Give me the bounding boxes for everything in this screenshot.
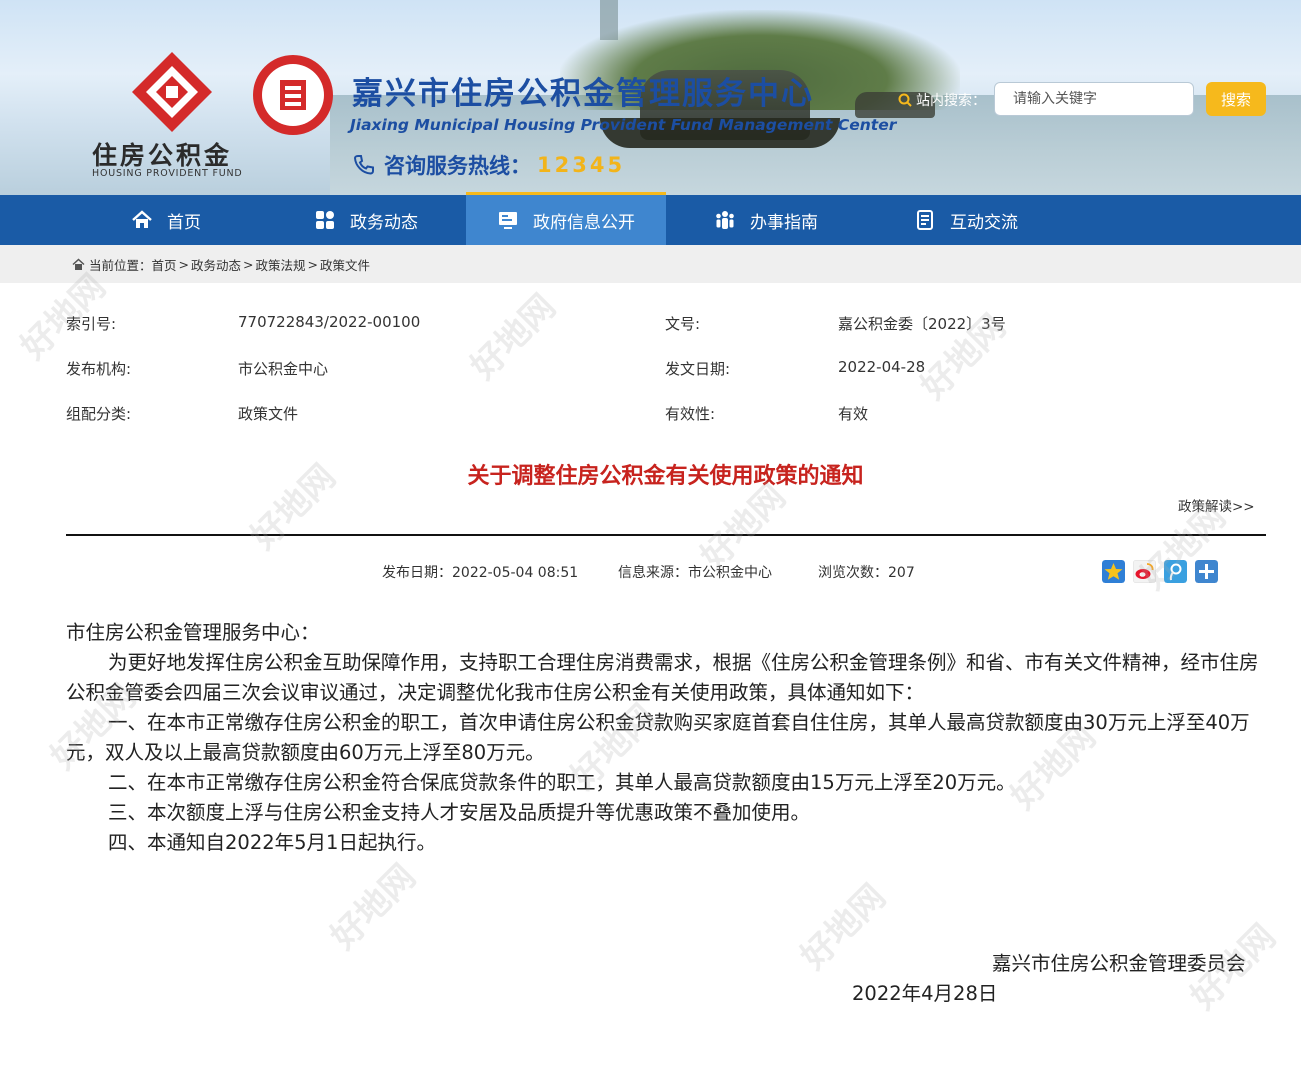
nav-item-news[interactable]: 政务动态 — [266, 195, 466, 245]
article-body: 市住房公积金管理服务中心： 为更好地发挥住房公积金互助保障作用，支持职工合理住房… — [66, 618, 1270, 858]
meta-validity-label: 有效性: — [665, 403, 715, 424]
logo-name-cn: 住房公积金 — [92, 136, 232, 172]
view-count: 浏览次数：207 — [818, 562, 915, 582]
publish-date: 发布日期：2022-05-04 08:51 — [382, 562, 578, 582]
views-label: 浏览次数： — [818, 565, 888, 581]
banner-pagoda — [600, 0, 618, 40]
breadcrumb-separator: > — [308, 257, 318, 272]
policy-interpretation-link[interactable]: 政策解读>> — [1178, 495, 1255, 515]
center-seal-icon — [252, 54, 334, 136]
publish-date-value: 2022-05-04 08:51 — [452, 565, 578, 581]
weibo-icon[interactable] — [1133, 560, 1156, 583]
home-icon — [131, 209, 153, 231]
source-value: 市公积金中心 — [688, 565, 772, 581]
watermark: 好地网 — [318, 851, 425, 958]
breadcrumb-home-icon — [72, 258, 85, 271]
signature-organization: 嘉兴市住房公积金管理委员会 — [992, 947, 1246, 976]
more-share-icon[interactable] — [1195, 560, 1218, 583]
meta-publisher-label: 发布机构: — [66, 358, 131, 379]
nav-item-info-disclosure[interactable]: 政府信息公开 — [466, 195, 666, 245]
nav-item-label: 办事指南 — [750, 208, 818, 233]
grid-icon — [314, 209, 336, 231]
article-paragraph: 三、本次额度上浮与住房公积金支持人才安居及品质提升等优惠政策不叠加使用。 — [66, 798, 1270, 828]
title-divider — [66, 534, 1266, 536]
document-icon — [914, 209, 936, 231]
site-title-en: Jiaxing Municipal Housing Provident Fund… — [350, 116, 896, 134]
breadcrumb-separator: > — [179, 257, 189, 272]
article-paragraph: 四、本通知自2022年5月1日起执行。 — [66, 828, 1270, 858]
favorite-star-icon[interactable] — [1102, 560, 1125, 583]
tencent-weibo-icon[interactable] — [1164, 560, 1187, 583]
nav-item-label: 首页 — [167, 208, 201, 233]
hotline-label: 咨询服务热线： — [384, 150, 531, 180]
watermark: 好地网 — [458, 281, 565, 388]
meta-publisher-value: 市公积金中心 — [238, 358, 328, 379]
nav-item-label: 政府信息公开 — [533, 208, 635, 233]
nav-item-guide[interactable]: 办事指南 — [666, 195, 866, 245]
search-label-text: 站内搜索： — [916, 90, 986, 110]
meta-doc-no-label: 文号: — [665, 313, 700, 334]
main-nav: 首页 政务动态 政府信息公开 办事指南 — [0, 195, 1301, 245]
nav-item-interaction[interactable]: 互动交流 — [866, 195, 1066, 245]
meta-index-value: 770722843/2022-00100 — [238, 313, 420, 331]
breadcrumb-prefix: 当前位置： — [89, 255, 152, 274]
breadcrumb-link-policy[interactable]: 政策法规 — [256, 255, 306, 274]
breadcrumb: 当前位置： 首页 > 政务动态 > 政策法规 > 政策文件 — [0, 245, 1301, 283]
housing-fund-logo-icon[interactable] — [130, 50, 214, 134]
nav-item-label: 互动交流 — [950, 208, 1018, 233]
search-label: 站内搜索： — [898, 90, 986, 110]
meta-doc-no-value: 嘉公积金委〔2022〕3号 — [838, 313, 1006, 334]
meta-issue-date-value: 2022-04-28 — [838, 358, 925, 376]
signature-date: 2022年4月28日 — [852, 977, 997, 1006]
article-title: 关于调整住房公积金有关使用政策的通知 — [0, 458, 1301, 490]
meta-category-value: 政策文件 — [238, 403, 298, 424]
meta-validity-value: 有效 — [838, 403, 868, 424]
people-icon — [714, 209, 736, 231]
meta-issue-date-label: 发文日期: — [665, 358, 730, 379]
search-input[interactable] — [994, 82, 1194, 116]
hotline: 咨询服务热线： 12345 — [352, 150, 625, 180]
watermark: 好地网 — [788, 871, 895, 978]
article-paragraph: 一、在本市正常缴存住房公积金的职工，首次申请住房公积金贷款购买家庭首套自住住房，… — [66, 708, 1270, 768]
article-paragraph: 二、在本市正常缴存住房公积金符合保底贷款条件的职工，其单人最高贷款额度由15万元… — [66, 768, 1270, 798]
source-label: 信息来源： — [618, 565, 688, 581]
monitor-icon — [497, 209, 519, 231]
header-banner: 住房公积金 HOUSING PROVIDENT FUND 嘉兴市住房公积金管理服… — [0, 0, 1301, 195]
article-salutation: 市住房公积金管理服务中心： — [66, 618, 1270, 648]
site-title: 嘉兴市住房公积金管理服务中心 — [352, 68, 814, 113]
info-source: 信息来源：市公积金中心 — [618, 562, 772, 582]
logo-name-en: HOUSING PROVIDENT FUND — [92, 168, 243, 179]
publish-date-label: 发布日期： — [382, 565, 452, 581]
article-paragraph: 为更好地发挥住房公积金互助保障作用，支持职工合理住房消费需求，根据《住房公积金管… — [66, 648, 1270, 708]
breadcrumb-link-policy-docs[interactable]: 政策文件 — [320, 255, 370, 274]
hotline-number: 12345 — [537, 153, 625, 177]
breadcrumb-separator: > — [243, 257, 253, 272]
views-value: 207 — [888, 565, 915, 581]
nav-item-home[interactable]: 首页 — [66, 195, 266, 245]
phone-icon — [352, 153, 376, 177]
nav-item-label: 政务动态 — [350, 208, 418, 233]
breadcrumb-link-home[interactable]: 首页 — [152, 255, 177, 274]
meta-index-label: 索引号: — [66, 313, 116, 334]
search-button[interactable]: 搜索 — [1206, 82, 1266, 116]
breadcrumb-link-news[interactable]: 政务动态 — [191, 255, 241, 274]
meta-category-label: 组配分类: — [66, 403, 131, 424]
search-icon — [898, 93, 912, 107]
